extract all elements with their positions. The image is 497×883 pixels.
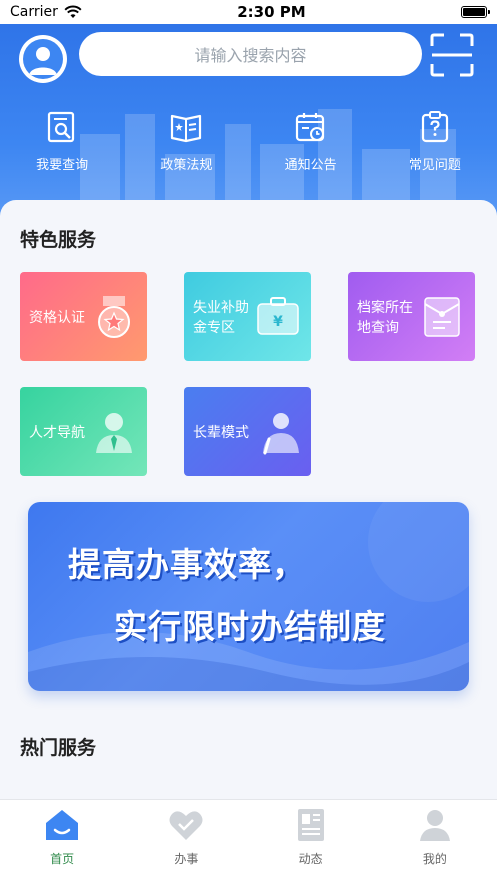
service-card-archive[interactable]: 档案所在 地查询 bbox=[348, 272, 475, 361]
person-tie-icon bbox=[96, 413, 132, 453]
avatar[interactable] bbox=[19, 35, 67, 83]
service-label: 资格认证 bbox=[29, 310, 85, 326]
quick-links: 我要查询 政策法规 通知公告 常见问题 bbox=[0, 110, 497, 173]
featured-section-title: 特色服务 bbox=[20, 229, 97, 251]
status-time: 2:30 PM bbox=[237, 3, 306, 21]
user-icon bbox=[419, 810, 450, 841]
quick-link-notice[interactable]: 通知公告 bbox=[249, 110, 373, 173]
tab-news[interactable]: 动态 bbox=[249, 800, 373, 883]
service-card-elder-mode[interactable]: 长辈模式 bbox=[184, 387, 311, 476]
home-icon bbox=[46, 810, 79, 840]
search-input[interactable]: 请输入搜索内容 bbox=[79, 32, 422, 76]
calendar-clock-icon bbox=[295, 113, 324, 142]
wifi-icon bbox=[64, 5, 82, 18]
header: 请输入搜索内容 我要查询 政策法规 通知公告 常见问题 bbox=[0, 24, 497, 224]
quick-link-label: 我要查询 bbox=[36, 158, 89, 173]
heart-icon bbox=[169, 811, 203, 840]
money-briefcase-icon: ¥ bbox=[257, 297, 299, 335]
service-card-talent[interactable]: 人才导航 bbox=[20, 387, 147, 476]
question-clipboard-icon bbox=[421, 111, 448, 143]
quick-link-faq[interactable]: 常见问题 bbox=[373, 110, 497, 173]
status-bar: Carrier 2:30 PM bbox=[0, 0, 497, 24]
tab-profile[interactable]: 我的 bbox=[373, 800, 497, 883]
news-icon bbox=[297, 809, 324, 841]
tab-label: 首页 bbox=[50, 852, 75, 866]
battery-icon bbox=[461, 6, 490, 18]
quick-link-query[interactable]: 我要查询 bbox=[0, 110, 124, 173]
service-label: 档案所在 bbox=[357, 300, 413, 316]
service-label: 地查询 bbox=[357, 320, 399, 336]
policy-book-icon bbox=[171, 114, 202, 143]
tab-bar: 首页 办事 动态 我的 bbox=[0, 799, 497, 883]
service-card-unemployment[interactable]: 失业补助 金专区 ¥ bbox=[184, 272, 311, 361]
service-label: 失业补助 bbox=[193, 300, 249, 316]
service-label: 金专区 bbox=[193, 320, 235, 336]
service-card-qualification[interactable]: 资格认证 bbox=[20, 272, 147, 361]
medal-icon bbox=[98, 296, 130, 338]
tab-home[interactable]: 首页 bbox=[0, 800, 124, 883]
hot-section-title: 热门服务 bbox=[20, 737, 97, 759]
search-document-icon bbox=[48, 111, 75, 143]
elder-person-icon bbox=[263, 413, 299, 455]
service-label: 长辈模式 bbox=[193, 425, 249, 441]
quick-link-label: 政策法规 bbox=[160, 158, 213, 173]
user-avatar-icon bbox=[29, 47, 57, 75]
tab-label: 我的 bbox=[422, 852, 447, 866]
banner-wave-decoration bbox=[28, 502, 469, 691]
tab-label: 动态 bbox=[298, 852, 323, 866]
carrier-label: Carrier bbox=[10, 4, 58, 20]
search-placeholder: 请输入搜索内容 bbox=[194, 46, 307, 65]
quick-link-label: 常见问题 bbox=[408, 158, 461, 173]
archive-folder-icon bbox=[424, 297, 460, 337]
service-label: 人才导航 bbox=[29, 425, 85, 441]
main-content: 特色服务 资格认证 失业补助 金专区 ¥ 档案所在 地查询 人才导航 长辈模式 … bbox=[0, 200, 497, 800]
svg-text:¥: ¥ bbox=[273, 314, 283, 330]
banner-headline: 提高办事效率， bbox=[68, 545, 306, 584]
quick-link-policy[interactable]: 政策法规 bbox=[124, 110, 248, 173]
banner-subheadline: 实行限时办结制度 bbox=[114, 607, 386, 646]
quick-link-label: 通知公告 bbox=[284, 158, 337, 173]
scan-icon[interactable] bbox=[428, 31, 476, 79]
promo-banner[interactable]: 提高办事效率， 实行限时办结制度 bbox=[28, 502, 469, 691]
tab-services[interactable]: 办事 bbox=[124, 800, 248, 883]
tab-label: 办事 bbox=[174, 852, 199, 866]
